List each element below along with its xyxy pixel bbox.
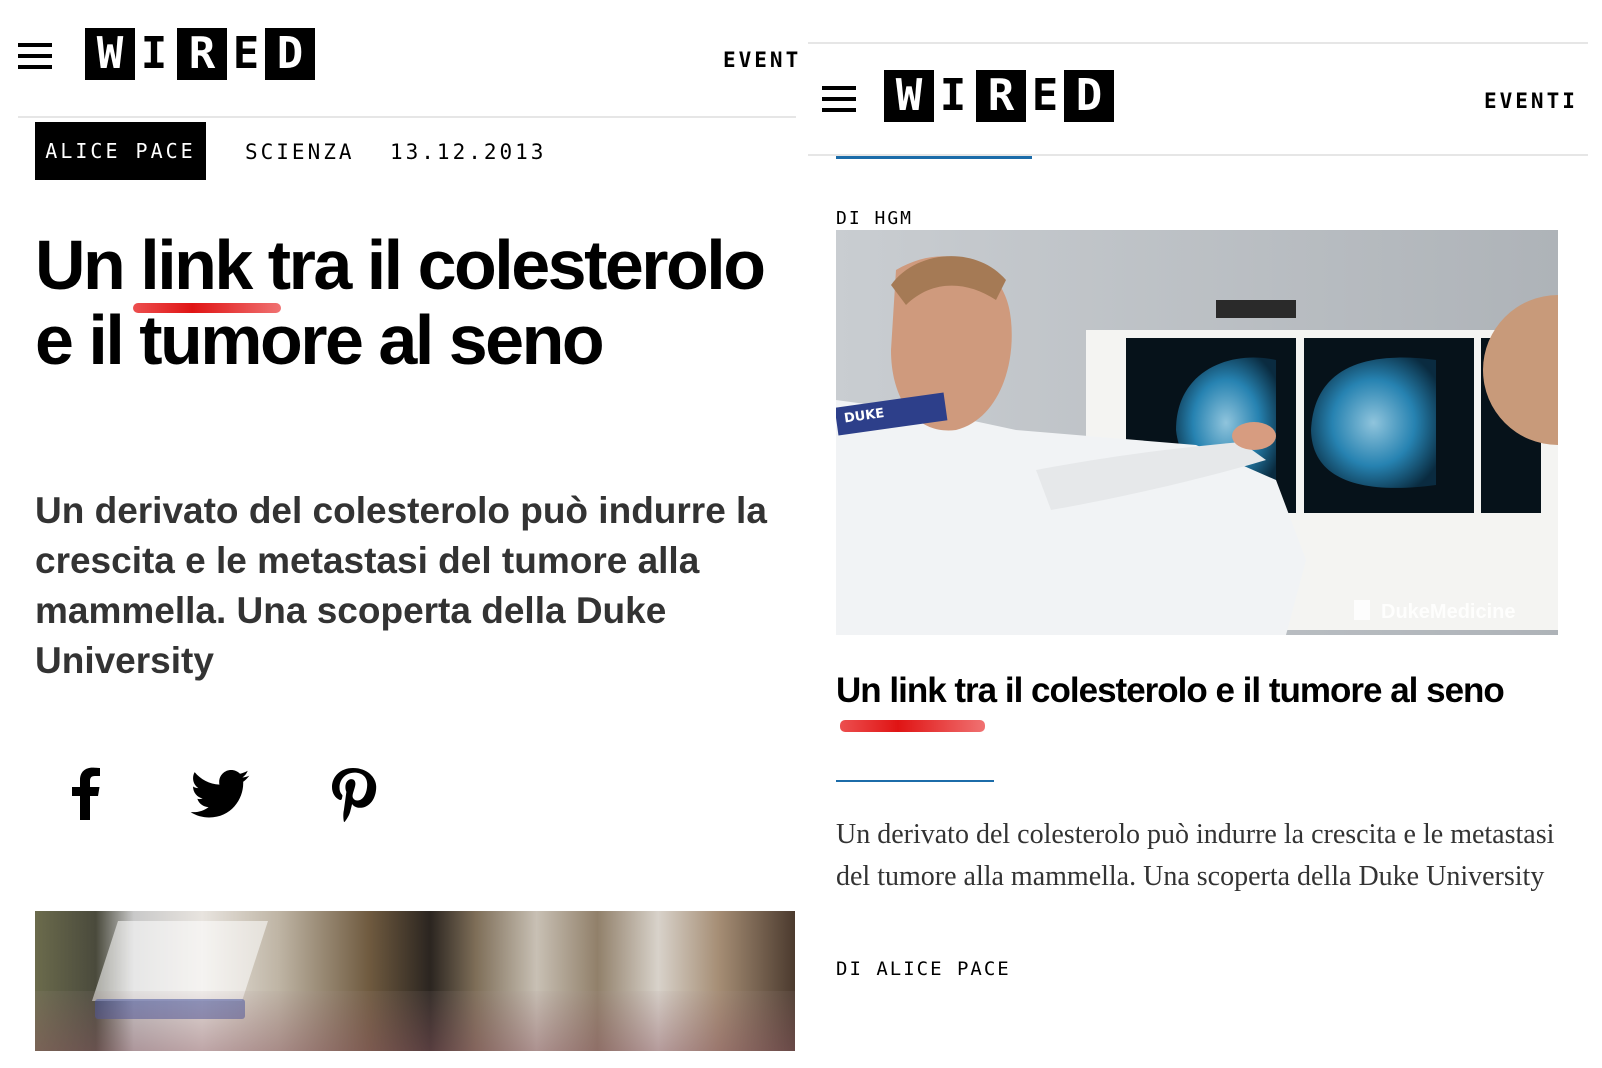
menu-icon[interactable] xyxy=(18,43,52,69)
right-screenshot-panel: W I R E D EVENTI DI HGM DUKE DukeMedicin… xyxy=(808,0,1602,1068)
logo-letter: W xyxy=(884,70,934,122)
logo-letter: R xyxy=(177,28,227,80)
header-divider xyxy=(18,116,796,118)
twitter-icon xyxy=(190,770,250,818)
article-dek: Un derivato del colesterolo può indurre … xyxy=(836,819,1555,892)
author-badge[interactable]: ALICE PACE xyxy=(35,122,206,180)
logo-letter: I xyxy=(939,70,967,121)
screenshot-divider xyxy=(800,0,808,1068)
article-headline: Un link tra il colesterolo e il tumore a… xyxy=(35,226,766,379)
pinterest-share-button[interactable] xyxy=(320,762,384,826)
article-subhead: Un derivato del colesterolo può indurre … xyxy=(35,490,767,681)
logo-letter: E xyxy=(1031,70,1059,121)
logo-letter: R xyxy=(976,70,1026,122)
article-headline[interactable]: Un link tra il colesterolo e il tumore a… xyxy=(836,666,1536,716)
facebook-icon xyxy=(72,767,100,820)
publish-date: 13.12.2013 xyxy=(390,140,547,164)
section-label[interactable]: SCIENZA xyxy=(245,140,355,164)
headline-underline xyxy=(836,780,994,782)
logo-letter: W xyxy=(85,28,135,80)
twitter-share-button[interactable] xyxy=(188,762,252,826)
article-photo: DUKE DukeMedicine xyxy=(836,230,1558,635)
wired-logo[interactable]: W I R E D xyxy=(884,70,1114,122)
nav-link-events[interactable]: EVENT xyxy=(723,48,800,72)
duke-medicine-watermark: DukeMedicine xyxy=(1381,601,1515,623)
logo-letter: I xyxy=(140,28,168,79)
mammogram-photo-illustration: DUKE DukeMedicine xyxy=(836,230,1558,635)
top-divider xyxy=(808,42,1588,44)
article-hero-image xyxy=(35,911,795,1051)
nav-link-events[interactable]: EVENTI xyxy=(1484,89,1578,113)
image-credit: DI HGM xyxy=(836,208,914,229)
logo-letter: E xyxy=(232,28,260,79)
highlight-underline xyxy=(840,720,985,732)
logo-letter: D xyxy=(265,28,315,80)
wired-logo[interactable]: W I R E D xyxy=(85,28,315,80)
pinterest-icon xyxy=(332,768,377,822)
menu-icon[interactable] xyxy=(822,86,856,112)
facebook-share-button[interactable] xyxy=(54,762,118,826)
author-byline[interactable]: DI ALICE PACE xyxy=(836,958,1011,980)
left-screenshot-panel: W I R E D EVENT ALICE PACE SCIENZA 13.12… xyxy=(0,0,800,1068)
active-nav-underline xyxy=(836,156,1032,159)
logo-letter: D xyxy=(1064,70,1114,122)
